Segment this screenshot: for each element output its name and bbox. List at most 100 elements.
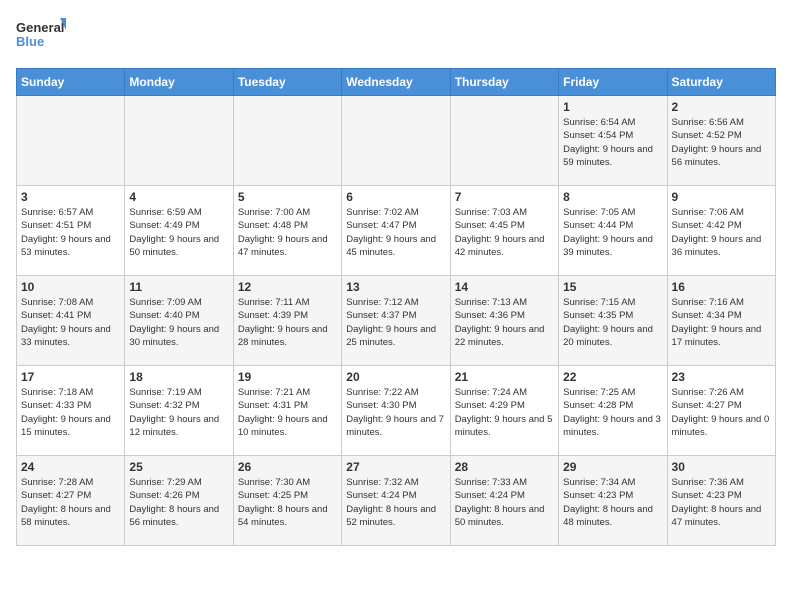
day-info: Sunrise: 7:09 AM Sunset: 4:40 PM Dayligh… bbox=[129, 296, 228, 349]
day-info: Sunrise: 7:05 AM Sunset: 4:44 PM Dayligh… bbox=[563, 206, 662, 259]
day-number: 27 bbox=[346, 460, 445, 474]
day-header-monday: Monday bbox=[125, 69, 233, 96]
day-info: Sunrise: 7:34 AM Sunset: 4:23 PM Dayligh… bbox=[563, 476, 662, 529]
calendar-cell: 1 Sunrise: 6:54 AM Sunset: 4:54 PM Daylig… bbox=[559, 96, 667, 186]
day-number: 15 bbox=[563, 280, 662, 294]
calendar-cell: 23 Sunrise: 7:26 AM Sunset: 4:27 PM Dayli… bbox=[667, 366, 775, 456]
day-number: 29 bbox=[563, 460, 662, 474]
calendar-cell: 19 Sunrise: 7:21 AM Sunset: 4:31 PM Dayli… bbox=[233, 366, 341, 456]
calendar-cell: 24 Sunrise: 7:28 AM Sunset: 4:27 PM Dayli… bbox=[17, 456, 125, 546]
svg-text:Blue: Blue bbox=[16, 34, 44, 49]
day-info: Sunrise: 6:56 AM Sunset: 4:52 PM Dayligh… bbox=[672, 116, 771, 169]
day-number: 12 bbox=[238, 280, 337, 294]
calendar-cell: 25 Sunrise: 7:29 AM Sunset: 4:26 PM Dayli… bbox=[125, 456, 233, 546]
calendar-cell: 16Sunrise: 7:16 AM Sunset: 4:34 PM Dayli… bbox=[667, 276, 775, 366]
day-number: 23 bbox=[672, 370, 771, 384]
day-number: 18 bbox=[129, 370, 228, 384]
day-number: 1 bbox=[563, 100, 662, 114]
day-info: Sunrise: 6:59 AM Sunset: 4:49 PM Dayligh… bbox=[129, 206, 228, 259]
day-info: Sunrise: 7:18 AM Sunset: 4:33 PM Dayligh… bbox=[21, 386, 120, 439]
day-info: Sunrise: 7:11 AM Sunset: 4:39 PM Dayligh… bbox=[238, 296, 337, 349]
day-info: Sunrise: 7:36 AM Sunset: 4:23 PM Dayligh… bbox=[672, 476, 771, 529]
day-number: 24 bbox=[21, 460, 120, 474]
calendar-cell: 6 Sunrise: 7:02 AM Sunset: 4:47 PM Daylig… bbox=[342, 186, 450, 276]
day-info: Sunrise: 7:21 AM Sunset: 4:31 PM Dayligh… bbox=[238, 386, 337, 439]
calendar-cell: 20 Sunrise: 7:22 AM Sunset: 4:30 PM Dayli… bbox=[342, 366, 450, 456]
week-row-3: 10Sunrise: 7:08 AM Sunset: 4:41 PM Dayli… bbox=[17, 276, 776, 366]
calendar-cell: 15Sunrise: 7:15 AM Sunset: 4:35 PM Dayli… bbox=[559, 276, 667, 366]
calendar-cell: 9 Sunrise: 7:06 AM Sunset: 4:42 PM Daylig… bbox=[667, 186, 775, 276]
day-info: Sunrise: 7:30 AM Sunset: 4:25 PM Dayligh… bbox=[238, 476, 337, 529]
day-number: 19 bbox=[238, 370, 337, 384]
day-header-thursday: Thursday bbox=[450, 69, 558, 96]
day-info: Sunrise: 6:54 AM Sunset: 4:54 PM Dayligh… bbox=[563, 116, 662, 169]
day-number: 14 bbox=[455, 280, 554, 294]
day-number: 6 bbox=[346, 190, 445, 204]
header-row: SundayMondayTuesdayWednesdayThursdayFrid… bbox=[17, 69, 776, 96]
calendar-cell bbox=[233, 96, 341, 186]
calendar-header: SundayMondayTuesdayWednesdayThursdayFrid… bbox=[17, 69, 776, 96]
day-info: Sunrise: 7:32 AM Sunset: 4:24 PM Dayligh… bbox=[346, 476, 445, 529]
calendar-cell: 21 Sunrise: 7:24 AM Sunset: 4:29 PM Dayli… bbox=[450, 366, 558, 456]
day-number: 28 bbox=[455, 460, 554, 474]
calendar-cell: 30 Sunrise: 7:36 AM Sunset: 4:23 PM Dayli… bbox=[667, 456, 775, 546]
day-header-wednesday: Wednesday bbox=[342, 69, 450, 96]
day-info: Sunrise: 7:24 AM Sunset: 4:29 PM Dayligh… bbox=[455, 386, 554, 439]
day-info: Sunrise: 7:06 AM Sunset: 4:42 PM Dayligh… bbox=[672, 206, 771, 259]
calendar-table: SundayMondayTuesdayWednesdayThursdayFrid… bbox=[16, 68, 776, 546]
day-number: 13 bbox=[346, 280, 445, 294]
day-info: Sunrise: 7:29 AM Sunset: 4:26 PM Dayligh… bbox=[129, 476, 228, 529]
day-number: 8 bbox=[563, 190, 662, 204]
day-header-sunday: Sunday bbox=[17, 69, 125, 96]
calendar-cell bbox=[17, 96, 125, 186]
calendar-cell: 27 Sunrise: 7:32 AM Sunset: 4:24 PM Dayli… bbox=[342, 456, 450, 546]
day-number: 5 bbox=[238, 190, 337, 204]
calendar-cell: 8 Sunrise: 7:05 AM Sunset: 4:44 PM Daylig… bbox=[559, 186, 667, 276]
calendar-cell: 13Sunrise: 7:12 AM Sunset: 4:37 PM Dayli… bbox=[342, 276, 450, 366]
day-info: Sunrise: 7:00 AM Sunset: 4:48 PM Dayligh… bbox=[238, 206, 337, 259]
day-info: Sunrise: 6:57 AM Sunset: 4:51 PM Dayligh… bbox=[21, 206, 120, 259]
day-number: 20 bbox=[346, 370, 445, 384]
logo: General Blue bbox=[16, 16, 66, 56]
calendar-cell: 22Sunrise: 7:25 AM Sunset: 4:28 PM Dayli… bbox=[559, 366, 667, 456]
logo-icon: General Blue bbox=[16, 16, 66, 56]
calendar-cell: 11Sunrise: 7:09 AM Sunset: 4:40 PM Dayli… bbox=[125, 276, 233, 366]
day-info: Sunrise: 7:02 AM Sunset: 4:47 PM Dayligh… bbox=[346, 206, 445, 259]
day-info: Sunrise: 7:33 AM Sunset: 4:24 PM Dayligh… bbox=[455, 476, 554, 529]
calendar-cell: 10Sunrise: 7:08 AM Sunset: 4:41 PM Dayli… bbox=[17, 276, 125, 366]
day-info: Sunrise: 7:13 AM Sunset: 4:36 PM Dayligh… bbox=[455, 296, 554, 349]
day-number: 21 bbox=[455, 370, 554, 384]
day-number: 30 bbox=[672, 460, 771, 474]
calendar-cell: 12 Sunrise: 7:11 AM Sunset: 4:39 PM Dayli… bbox=[233, 276, 341, 366]
week-row-4: 17 Sunrise: 7:18 AM Sunset: 4:33 PM Dayli… bbox=[17, 366, 776, 456]
day-number: 25 bbox=[129, 460, 228, 474]
calendar-cell: 7Sunrise: 7:03 AM Sunset: 4:45 PM Daylig… bbox=[450, 186, 558, 276]
svg-text:General: General bbox=[16, 20, 64, 35]
day-number: 26 bbox=[238, 460, 337, 474]
calendar-cell: 14 Sunrise: 7:13 AM Sunset: 4:36 PM Dayli… bbox=[450, 276, 558, 366]
day-number: 7 bbox=[455, 190, 554, 204]
calendar-cell bbox=[342, 96, 450, 186]
calendar-cell: 26 Sunrise: 7:30 AM Sunset: 4:25 PM Dayli… bbox=[233, 456, 341, 546]
day-number: 3 bbox=[21, 190, 120, 204]
week-row-5: 24 Sunrise: 7:28 AM Sunset: 4:27 PM Dayli… bbox=[17, 456, 776, 546]
calendar-cell: 18 Sunrise: 7:19 AM Sunset: 4:32 PM Dayli… bbox=[125, 366, 233, 456]
calendar-cell bbox=[450, 96, 558, 186]
day-number: 17 bbox=[21, 370, 120, 384]
day-number: 9 bbox=[672, 190, 771, 204]
day-info: Sunrise: 7:19 AM Sunset: 4:32 PM Dayligh… bbox=[129, 386, 228, 439]
day-header-friday: Friday bbox=[559, 69, 667, 96]
calendar-cell: 2 Sunrise: 6:56 AM Sunset: 4:52 PM Daylig… bbox=[667, 96, 775, 186]
day-info: Sunrise: 7:16 AM Sunset: 4:34 PM Dayligh… bbox=[672, 296, 771, 349]
calendar-cell: 5 Sunrise: 7:00 AM Sunset: 4:48 PM Daylig… bbox=[233, 186, 341, 276]
day-number: 2 bbox=[672, 100, 771, 114]
day-info: Sunrise: 7:22 AM Sunset: 4:30 PM Dayligh… bbox=[346, 386, 445, 439]
day-info: Sunrise: 7:28 AM Sunset: 4:27 PM Dayligh… bbox=[21, 476, 120, 529]
day-number: 4 bbox=[129, 190, 228, 204]
week-row-2: 3 Sunrise: 6:57 AM Sunset: 4:51 PM Daylig… bbox=[17, 186, 776, 276]
day-header-tuesday: Tuesday bbox=[233, 69, 341, 96]
calendar-cell: 4 Sunrise: 6:59 AM Sunset: 4:49 PM Daylig… bbox=[125, 186, 233, 276]
day-info: Sunrise: 7:26 AM Sunset: 4:27 PM Dayligh… bbox=[672, 386, 771, 439]
calendar-cell: 29 Sunrise: 7:34 AM Sunset: 4:23 PM Dayli… bbox=[559, 456, 667, 546]
day-number: 10 bbox=[21, 280, 120, 294]
